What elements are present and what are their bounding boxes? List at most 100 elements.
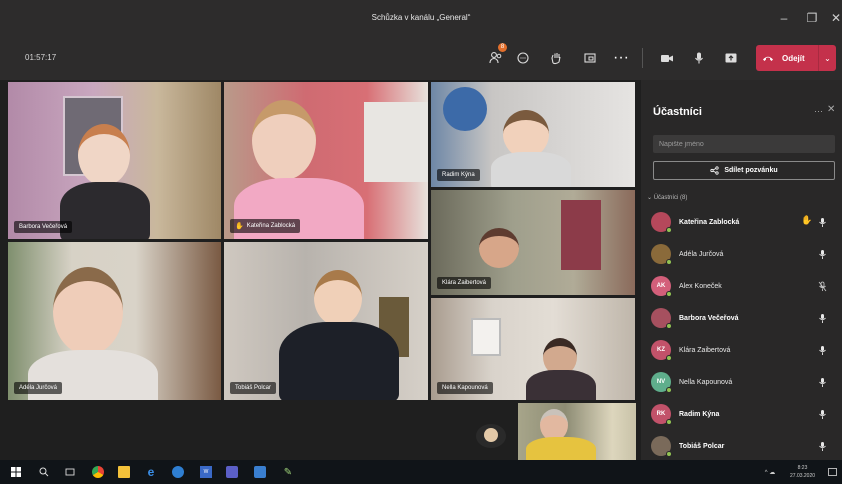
microphone-icon bbox=[695, 52, 703, 64]
raise-hand-button[interactable] bbox=[544, 45, 568, 71]
app-icon[interactable]: ✎ bbox=[282, 466, 294, 478]
self-person-body bbox=[526, 437, 596, 460]
participants-button[interactable]: 8 bbox=[484, 43, 508, 71]
video-tile[interactable]: Nella Kapounová bbox=[431, 298, 635, 400]
participants-panel: Účastníci ··· ✕ Sdílet pozvánku ⌄ Účastn… bbox=[641, 80, 842, 460]
search-taskbar-button[interactable] bbox=[38, 466, 50, 478]
notifications-icon[interactable] bbox=[826, 466, 838, 478]
participants-section-label: Účastníci (8) bbox=[653, 195, 688, 201]
self-video-preview[interactable] bbox=[518, 403, 636, 460]
tile-name: Tobiáš Polcar bbox=[235, 385, 272, 391]
participant-row[interactable]: Tobiáš Polcar bbox=[641, 430, 842, 462]
video-person-body bbox=[526, 370, 596, 400]
participant-row[interactable]: NV Nella Kapounová bbox=[641, 366, 842, 398]
video-feed-window bbox=[471, 318, 501, 356]
microphone-icon bbox=[817, 440, 827, 452]
close-window-button[interactable]: ✕ bbox=[822, 0, 842, 36]
participant-list: Kateřina Zablocká ✋ Adéla Jurčová AK Alex Ko… bbox=[641, 206, 842, 462]
edge-icon[interactable]: e bbox=[145, 465, 157, 479]
participant-search-input[interactable] bbox=[653, 135, 835, 153]
avatar-initials: NV bbox=[656, 379, 666, 385]
avatar bbox=[651, 436, 672, 457]
participant-row[interactable]: RK Radim Kýna bbox=[641, 398, 842, 430]
avatar-initials: KZ bbox=[657, 347, 665, 353]
mail-icon[interactable] bbox=[254, 466, 266, 478]
microphone-icon bbox=[817, 248, 827, 260]
participants-count-badge: 8 bbox=[498, 43, 507, 52]
hang-up-icon bbox=[763, 56, 773, 61]
notification-icon bbox=[827, 467, 837, 476]
windows-logo-icon bbox=[11, 467, 21, 477]
camera-button[interactable] bbox=[655, 45, 679, 71]
participant-name: Tobiáš Polcar bbox=[679, 442, 725, 450]
participant-row[interactable]: Barbora Večeřová bbox=[641, 302, 842, 334]
video-tile[interactable]: ✋ Kateřina Zablocká bbox=[224, 82, 428, 239]
participant-name: Klára Zaibertová bbox=[679, 346, 731, 354]
avatar: AK bbox=[651, 276, 672, 297]
share-invite-label: Sdílet pozvánku bbox=[724, 167, 778, 174]
search-icon bbox=[39, 467, 49, 477]
windows-taskbar: e W ✎ ^ ☁ 8:23 27.03.2020 bbox=[0, 460, 842, 484]
video-person bbox=[479, 228, 519, 268]
participant-row[interactable]: Kateřina Zablocká ✋ bbox=[641, 206, 842, 238]
tile-name-label: Barbora Večeřová bbox=[14, 221, 73, 233]
app-icon[interactable]: W bbox=[200, 466, 212, 478]
meeting-toolbar: 01:57:17 8 ··· Odejít ⌄ bbox=[0, 36, 842, 80]
microphone-button[interactable] bbox=[687, 45, 711, 71]
chevron-down-icon: ⌄ bbox=[824, 53, 831, 63]
rooms-button[interactable] bbox=[578, 45, 602, 71]
tile-name: Nella Kapounová bbox=[442, 385, 488, 391]
mic-muted-icon bbox=[817, 280, 827, 292]
store-icon[interactable] bbox=[172, 466, 184, 478]
file-explorer-icon[interactable] bbox=[118, 466, 130, 478]
leave-options-caret[interactable]: ⌄ bbox=[818, 45, 836, 71]
teams-icon[interactable] bbox=[226, 466, 238, 478]
meeting-timer: 01:57:17 bbox=[25, 53, 57, 62]
video-person bbox=[252, 100, 316, 180]
share-screen-button[interactable] bbox=[719, 45, 743, 71]
video-tile[interactable]: Tobiáš Polcar bbox=[224, 242, 428, 400]
tile-name-label: Nella Kapounová bbox=[437, 382, 493, 394]
microphone-icon bbox=[817, 216, 827, 228]
share-screen-icon bbox=[725, 53, 737, 63]
windows-start-button[interactable] bbox=[10, 466, 22, 478]
leave-button[interactable]: Odejít ⌄ bbox=[756, 45, 836, 71]
system-tray[interactable]: ^ ☁ bbox=[758, 466, 782, 478]
video-tile[interactable]: Adéla Jurčová bbox=[8, 242, 221, 400]
microphone-icon bbox=[817, 408, 827, 420]
tile-name: Radim Kýna bbox=[442, 172, 475, 178]
panel-close-button[interactable]: ✕ bbox=[827, 104, 835, 115]
tile-name-label: Adéla Jurčová bbox=[14, 382, 63, 394]
presence-dot bbox=[666, 323, 672, 329]
minimize-button[interactable]: – bbox=[770, 0, 798, 36]
participant-name: Adéla Jurčová bbox=[679, 250, 724, 258]
more-actions-button[interactable]: ··· bbox=[609, 45, 633, 71]
presence-dot bbox=[666, 451, 672, 457]
participants-section-header[interactable]: ⌄ Účastníci (8) bbox=[647, 194, 687, 201]
title-bar: Schůzka v kanálu „General“ – ❐ ✕ bbox=[0, 0, 842, 36]
tile-name-label: Klára Zaibertová bbox=[437, 277, 492, 289]
video-person-body bbox=[279, 322, 399, 400]
chrome-icon[interactable] bbox=[92, 466, 104, 478]
task-view-button[interactable] bbox=[64, 466, 76, 478]
tile-name: Klára Zaibertová bbox=[442, 280, 487, 286]
avatar-initials: AK bbox=[656, 283, 666, 289]
avatar-initials: RK bbox=[656, 411, 666, 417]
participant-row[interactable]: AK Alex Koneček bbox=[641, 270, 842, 302]
video-tile[interactable]: Barbora Večeřová bbox=[8, 82, 221, 239]
chat-button[interactable] bbox=[511, 45, 535, 71]
presence-dot bbox=[666, 291, 672, 297]
avatar: KZ bbox=[651, 340, 672, 361]
leave-label: Odejít bbox=[782, 53, 805, 63]
self-avatar[interactable] bbox=[476, 424, 506, 448]
video-person-body bbox=[491, 152, 571, 187]
video-person bbox=[53, 267, 123, 355]
video-person bbox=[78, 124, 130, 186]
share-invite-button[interactable]: Sdílet pozvánku bbox=[653, 161, 835, 180]
panel-more-options-button[interactable]: ··· bbox=[814, 106, 823, 116]
video-tile[interactable]: Klára Zaibertová bbox=[431, 190, 635, 295]
participant-row[interactable]: KZ Klára Zaibertová bbox=[641, 334, 842, 366]
participant-row[interactable]: Adéla Jurčová bbox=[641, 238, 842, 270]
taskbar-clock[interactable]: 8:23 27.03.2020 bbox=[790, 464, 815, 480]
video-tile[interactable]: Radim Kýna bbox=[431, 82, 635, 187]
